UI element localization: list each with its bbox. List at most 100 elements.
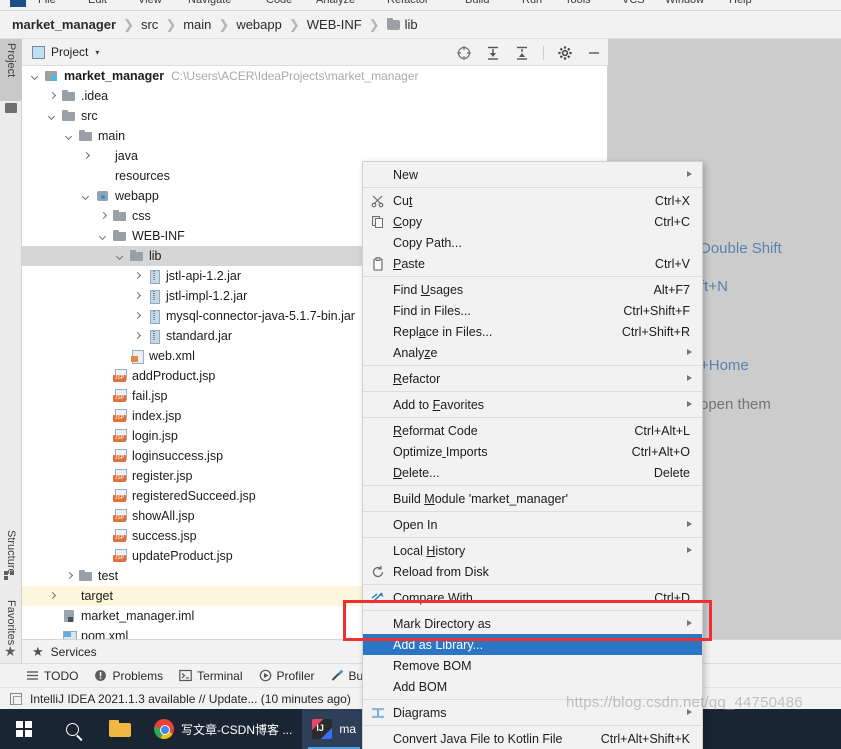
chevron-right-icon[interactable] bbox=[47, 91, 58, 102]
context-menu-separator bbox=[363, 725, 702, 726]
context-menu-item-reload-from-disk[interactable]: Reload from Disk bbox=[363, 561, 702, 582]
chevron-down-icon[interactable] bbox=[30, 71, 41, 82]
tool-window-problems[interactable]: Problems bbox=[94, 669, 163, 683]
breadcrumb-item-lib[interactable]: lib bbox=[386, 17, 418, 32]
chevron-right-icon[interactable] bbox=[132, 311, 143, 322]
tool-window-todo[interactable]: TODO bbox=[26, 669, 78, 683]
sidebar-tab-project[interactable]: Project bbox=[0, 39, 22, 101]
context-menu-item-find-in-files[interactable]: Find in Files... Ctrl+Shift+F bbox=[363, 300, 702, 321]
menu-window[interactable]: Window bbox=[665, 0, 704, 6]
collapse-all-icon[interactable] bbox=[514, 45, 530, 61]
chevron-down-icon[interactable] bbox=[81, 191, 92, 202]
chevron-right-icon[interactable] bbox=[98, 211, 109, 222]
compare-icon bbox=[371, 591, 385, 605]
breadcrumb-item-main[interactable]: main bbox=[183, 17, 211, 32]
sidebar-tab-structure[interactable]: Structure bbox=[0, 526, 22, 598]
sidebar-tab-favorites-label: Favorites bbox=[5, 600, 17, 646]
status-message[interactable]: IntelliJ IDEA 2021.1.3 available // Upda… bbox=[30, 692, 351, 706]
breadcrumb-item-webapp[interactable]: webapp bbox=[236, 17, 282, 32]
menu-refactor[interactable]: Refactor bbox=[387, 0, 429, 6]
breadcrumb-item-market-manager[interactable]: market_manager bbox=[12, 17, 116, 32]
tree-node[interactable]: .idea bbox=[22, 86, 608, 106]
chevron-down-icon[interactable] bbox=[47, 111, 58, 122]
context-menu-item-optimize-imports[interactable]: Optimize Imports Ctrl+Alt+O bbox=[363, 441, 702, 462]
context-menu-item-refactor[interactable]: Refactor bbox=[363, 368, 702, 389]
hide-panel-icon[interactable] bbox=[586, 45, 602, 61]
context-menu-item-remove-bom[interactable]: Remove BOM bbox=[363, 655, 702, 676]
taskbar-item-intellij[interactable]: IJ ma bbox=[302, 709, 367, 749]
tree-node[interactable]: main bbox=[22, 126, 608, 146]
jsp-badge: JSP bbox=[114, 495, 125, 501]
context-menu-item-compare-with[interactable]: Compare With... Ctrl+D bbox=[363, 587, 702, 608]
tree-arrow-placeholder bbox=[98, 491, 109, 502]
context-menu-item-reformat-code[interactable]: Reformat Code Ctrl+Alt+L bbox=[363, 420, 702, 441]
menu-vcs[interactable]: VCS bbox=[622, 0, 645, 6]
context-menu-item-analyze[interactable]: Analyze bbox=[363, 342, 702, 363]
context-menu-item-replace-in-files[interactable]: Replace in Files... Ctrl+Shift+R bbox=[363, 321, 702, 342]
event-log-icon[interactable] bbox=[10, 692, 22, 705]
context-menu-item-label: Analyze bbox=[393, 345, 438, 360]
context-menu-item-local-history[interactable]: Local History bbox=[363, 540, 702, 561]
project-panel-toolbar bbox=[456, 39, 602, 66]
menu-navigate[interactable]: Navigate bbox=[188, 0, 231, 6]
chevron-down-icon[interactable] bbox=[64, 131, 75, 142]
start-button[interactable] bbox=[0, 709, 48, 749]
chevron-right-icon[interactable] bbox=[47, 591, 58, 602]
breadcrumb-item-src[interactable]: src bbox=[141, 17, 158, 32]
tool-window-label: Problems bbox=[112, 668, 164, 683]
chevron-right-icon[interactable] bbox=[81, 151, 92, 162]
menu-run[interactable]: Run bbox=[522, 0, 542, 6]
menu-tools[interactable]: Tools bbox=[565, 0, 591, 6]
context-menu-item-copy-path[interactable]: Copy Path... bbox=[363, 232, 702, 253]
chevron-right-icon[interactable] bbox=[132, 331, 143, 342]
taskbar-search-button[interactable] bbox=[48, 709, 96, 749]
tree-node-label: test bbox=[98, 569, 119, 583]
context-menu[interactable]: New Cut Ctrl+X Copy Ctrl+C Copy Path... Paste C… bbox=[362, 161, 703, 749]
context-menu-item-add-to-favorites[interactable]: Add to Favorites bbox=[363, 394, 702, 415]
menu-view[interactable]: View bbox=[138, 0, 162, 6]
menu-code[interactable]: Code bbox=[266, 0, 292, 6]
structure-icon bbox=[4, 571, 15, 580]
chevron-down-icon[interactable] bbox=[98, 231, 109, 242]
editor-hint-text: +Home bbox=[700, 357, 749, 374]
context-menu-item-delete[interactable]: Delete... Delete bbox=[363, 462, 702, 483]
tool-window-profiler[interactable]: Profiler bbox=[259, 669, 315, 683]
expand-all-icon[interactable] bbox=[485, 45, 501, 61]
menu-help[interactable]: Help bbox=[729, 0, 752, 6]
menu-build[interactable]: Build bbox=[465, 0, 489, 6]
context-menu-item-convert-java-file-to-kotlin-file[interactable]: Convert Java File to Kotlin File Ctrl+Alt… bbox=[363, 728, 702, 749]
context-menu-item-mark-directory-as[interactable]: Mark Directory as bbox=[363, 613, 702, 634]
tree-node[interactable]: market_manager C:\Users\ACER\IdeaProjects… bbox=[22, 66, 608, 86]
breadcrumb-item-web-inf[interactable]: WEB-INF bbox=[307, 17, 362, 32]
file-explorer-button[interactable] bbox=[96, 709, 144, 749]
breadcrumb[interactable]: market_manager ❯ src ❯ main ❯ webapp ❯ WEB-INF ❯ l… bbox=[0, 11, 841, 39]
tree-node-path: C:\Users\ACER\IdeaProjects\market_manage… bbox=[171, 69, 419, 83]
menu-file[interactable]: File bbox=[38, 0, 56, 6]
submenu-arrow-icon bbox=[687, 171, 692, 177]
context-menu-item-find-usages[interactable]: Find Usages Alt+F7 bbox=[363, 279, 702, 300]
tree-node[interactable]: src bbox=[22, 106, 608, 126]
select-opened-file-icon[interactable] bbox=[456, 45, 472, 61]
context-menu-item-open-in[interactable]: Open In bbox=[363, 514, 702, 535]
context-menu-item-paste[interactable]: Paste Ctrl+V bbox=[363, 253, 702, 274]
context-menu-item-add-as-library[interactable]: Add as Library... bbox=[363, 634, 702, 655]
breadcrumb-label: lib bbox=[404, 17, 418, 32]
context-menu-item-new[interactable]: New bbox=[363, 164, 702, 185]
context-menu-item-build-module-market-manager[interactable]: Build Module 'market_manager' bbox=[363, 488, 702, 509]
menu-analyze[interactable]: Analyze bbox=[316, 0, 355, 6]
context-menu-item-shortcut: Delete bbox=[653, 465, 690, 480]
chevron-right-icon[interactable] bbox=[132, 271, 143, 282]
menu-edit[interactable]: Edit bbox=[88, 0, 107, 6]
context-menu-item-label: Mark Directory as bbox=[393, 616, 491, 631]
tool-window-terminal[interactable]: Terminal bbox=[179, 669, 243, 683]
settings-gear-icon[interactable] bbox=[557, 45, 573, 61]
chevron-right-icon[interactable] bbox=[132, 291, 143, 302]
taskbar-item-chrome[interactable]: 写文章-CSDN博客 ... bbox=[144, 709, 302, 749]
context-menu-item-label: Add to Favorites bbox=[393, 397, 485, 412]
chevron-down-icon[interactable]: ▾ bbox=[95, 48, 99, 57]
chevron-down-icon[interactable] bbox=[115, 251, 126, 262]
chevron-right-icon[interactable] bbox=[64, 571, 75, 582]
context-menu-item-copy[interactable]: Copy Ctrl+C bbox=[363, 211, 702, 232]
context-menu-item-cut[interactable]: Cut Ctrl+X bbox=[363, 190, 702, 211]
tree-arrow-placeholder bbox=[98, 371, 109, 382]
